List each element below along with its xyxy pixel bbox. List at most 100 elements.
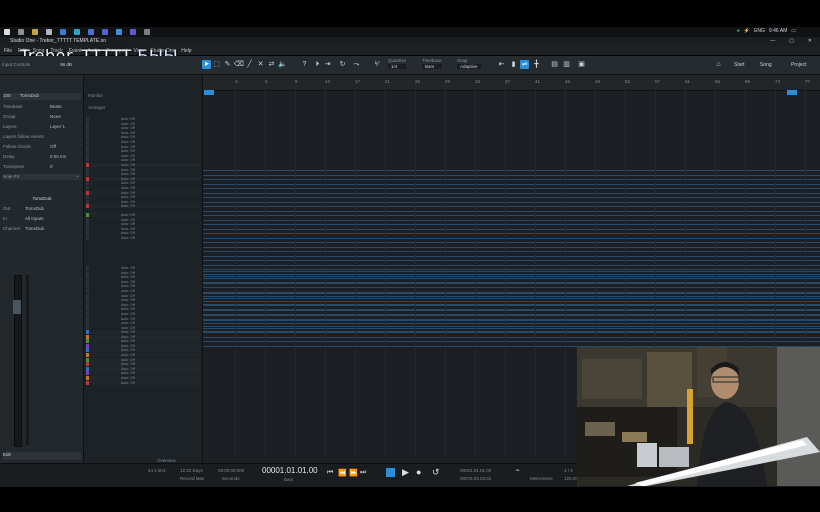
loop-end-display[interactable]: 00076.03.03.01 bbox=[460, 476, 491, 481]
track-row[interactable]: Auto: Off bbox=[86, 236, 200, 240]
track-row[interactable]: Auto: Off bbox=[86, 279, 200, 284]
track-row[interactable]: Auto: Off bbox=[86, 231, 200, 236]
track-row[interactable]: Auto: Off bbox=[86, 380, 200, 385]
edit-tab[interactable]: Edit bbox=[3, 452, 81, 460]
automation-mode[interactable]: Auto: Off bbox=[121, 280, 135, 284]
track-color-swatch[interactable] bbox=[86, 279, 89, 284]
automation-mode[interactable]: Auto: Off bbox=[121, 231, 135, 235]
track-color-swatch[interactable] bbox=[86, 236, 89, 240]
taskbar-app-icon[interactable] bbox=[32, 29, 38, 35]
track-row[interactable]: Auto: Off bbox=[86, 195, 200, 200]
automation-mode[interactable]: Auto: Off bbox=[121, 117, 135, 121]
taskbar-app-icon[interactable] bbox=[102, 29, 108, 35]
track-color-swatch[interactable] bbox=[86, 376, 89, 380]
automation-mode[interactable]: Auto: Off bbox=[121, 186, 135, 190]
inspector-row-group[interactable]: Group None bbox=[3, 114, 81, 120]
track-row[interactable]: Auto: Off bbox=[86, 222, 200, 227]
track-color-swatch[interactable] bbox=[86, 371, 89, 376]
project-page-button[interactable]: Project bbox=[791, 62, 807, 68]
track-row[interactable]: Auto: Off bbox=[86, 153, 200, 158]
paint-tool-icon[interactable]: ╱ bbox=[245, 60, 254, 69]
menu-help[interactable]: Help bbox=[181, 48, 191, 54]
track-color-swatch[interactable] bbox=[86, 348, 89, 353]
inspector-track-header[interactable]: 100 TomsDub bbox=[3, 93, 81, 100]
track-row[interactable]: Auto: Off bbox=[86, 339, 200, 344]
track-row[interactable]: Auto: Off bbox=[86, 316, 200, 321]
bend-tool-icon[interactable]: ⇄ bbox=[267, 60, 276, 69]
automation-mode[interactable]: Auto: Off bbox=[121, 321, 135, 325]
track-row[interactable]: Auto: Off bbox=[86, 144, 200, 149]
close-button[interactable]: ✕ bbox=[808, 37, 812, 46]
automation-mode[interactable]: Auto: Off bbox=[121, 362, 135, 366]
autoscroll-icon[interactable]: ⤳ bbox=[352, 60, 361, 69]
song-page-button[interactable]: Song bbox=[760, 62, 772, 68]
automation-mode[interactable]: Auto: Off bbox=[121, 172, 135, 176]
track-row[interactable]: Auto: Off bbox=[86, 348, 200, 353]
quantize-group[interactable]: Quantize 1/4 bbox=[388, 58, 407, 69]
track-row[interactable]: Auto: Off bbox=[86, 270, 200, 275]
track-color-swatch[interactable] bbox=[86, 334, 89, 339]
automation-mode[interactable]: Auto: Off bbox=[121, 200, 135, 204]
taskbar-app-icon[interactable] bbox=[46, 29, 52, 35]
track-row[interactable]: Auto: Off bbox=[86, 204, 200, 209]
help-icon[interactable]: ? bbox=[300, 60, 309, 69]
track-row[interactable]: Auto: Off bbox=[86, 266, 200, 270]
track-color-swatch[interactable] bbox=[86, 130, 89, 135]
save-icon[interactable]: ▣ bbox=[577, 60, 586, 69]
track-row[interactable]: Auto: Off bbox=[86, 357, 200, 362]
nudge-icon[interactable]: ⏵ bbox=[313, 60, 322, 69]
track-color-swatch[interactable] bbox=[86, 199, 89, 204]
track-row[interactable]: Auto: Off bbox=[86, 302, 200, 307]
eraser-tool-icon[interactable]: ⌫ bbox=[234, 60, 244, 69]
taskbar-app-icon[interactable] bbox=[144, 29, 150, 35]
menu-file[interactable]: File bbox=[4, 48, 12, 54]
track-color-swatch[interactable] bbox=[86, 321, 89, 326]
fader-handle[interactable] bbox=[13, 300, 21, 314]
track-row[interactable]: Auto: Off bbox=[86, 284, 200, 289]
track-row[interactable]: Auto: Off bbox=[86, 186, 200, 190]
rewind-icon[interactable]: ⏪ bbox=[338, 469, 347, 477]
view-icon[interactable]: ▥ bbox=[562, 60, 571, 69]
track-color-swatch[interactable] bbox=[86, 357, 89, 362]
track-color-swatch[interactable] bbox=[86, 176, 89, 181]
snap-value[interactable]: Adaptive bbox=[457, 64, 481, 69]
track-color-swatch[interactable] bbox=[86, 140, 89, 144]
track-row[interactable]: Auto: Off bbox=[86, 362, 200, 367]
track-row[interactable]: Auto: Off bbox=[86, 275, 200, 280]
start-page-icon[interactable]: ⌂ bbox=[714, 60, 723, 69]
automation-mode[interactable]: Auto: Off bbox=[121, 163, 135, 167]
automation-mode[interactable]: Auto: Off bbox=[121, 195, 135, 199]
channel-out-row[interactable]: Out TomsDub bbox=[3, 206, 81, 212]
track-color-swatch[interactable] bbox=[86, 343, 89, 348]
track-row[interactable]: Auto: Off bbox=[86, 289, 200, 293]
track-row[interactable]: Auto: Off bbox=[86, 376, 200, 380]
track-row[interactable]: Auto: Off bbox=[86, 213, 200, 217]
automation-mode[interactable]: Auto: Off bbox=[121, 181, 135, 185]
track-color-swatch[interactable] bbox=[86, 195, 89, 200]
automation-mode[interactable]: Auto: Off bbox=[121, 191, 135, 195]
track-color-swatch[interactable] bbox=[86, 339, 89, 344]
track-row[interactable]: Auto: Off bbox=[86, 149, 200, 154]
track-color-swatch[interactable] bbox=[86, 172, 89, 177]
inspector-row-follow-chords[interactable]: Follow chords Off bbox=[3, 144, 81, 150]
automation-mode[interactable]: Auto: Off bbox=[121, 294, 135, 298]
channel-channel-row[interactable]: Channel TomsDub bbox=[3, 226, 81, 232]
track-row[interactable]: Auto: Off bbox=[86, 343, 200, 348]
track-color-swatch[interactable] bbox=[86, 302, 89, 307]
track-color-swatch[interactable] bbox=[86, 217, 89, 222]
track-row[interactable]: Auto: Off bbox=[86, 298, 200, 303]
quantize-value[interactable]: 1/4 bbox=[388, 64, 407, 69]
automation-mode[interactable]: Auto: Off bbox=[121, 149, 135, 153]
layout-icon[interactable]: ▤ bbox=[550, 60, 559, 69]
track-color-swatch[interactable] bbox=[86, 366, 89, 371]
start-page-button[interactable]: Start bbox=[734, 62, 745, 68]
inspector-row-layers-follow[interactable]: Layers follow events bbox=[3, 134, 81, 140]
track-color-swatch[interactable] bbox=[86, 181, 89, 186]
timeline-ruler[interactable]: 3 5 9 13 17 21 25 29 33 37 41 45 49 53 57 61 65 69 73 77 bbox=[203, 75, 820, 91]
metronome-icon[interactable]: ⏶ bbox=[515, 468, 520, 475]
automation-mode[interactable]: Auto: Off bbox=[121, 227, 135, 231]
track-color-swatch[interactable] bbox=[86, 186, 89, 190]
track-color-swatch[interactable] bbox=[86, 231, 89, 236]
track-row[interactable]: Auto: Off bbox=[86, 366, 200, 371]
track-row[interactable]: Auto: Off bbox=[86, 135, 200, 140]
